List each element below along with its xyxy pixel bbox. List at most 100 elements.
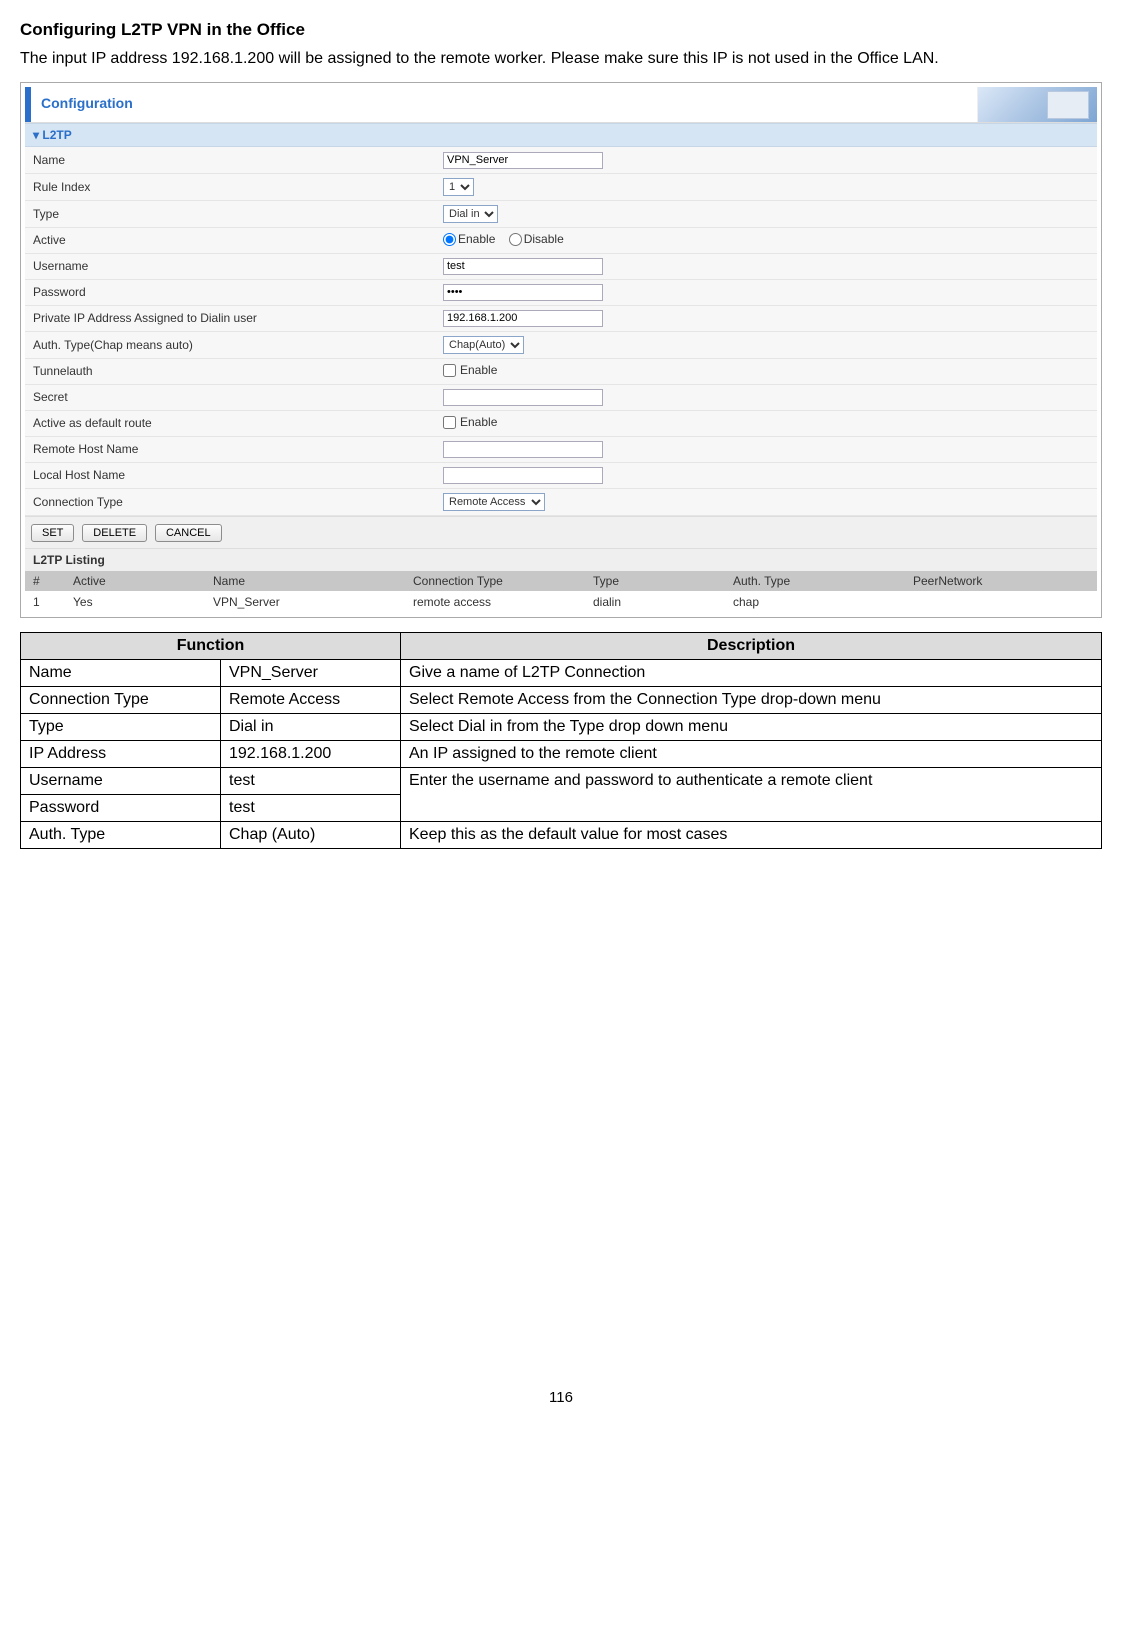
- private-ip-input[interactable]: [443, 310, 603, 327]
- desc-ip-d: An IP assigned to the remote client: [401, 740, 1102, 767]
- section-label: L2TP: [42, 128, 71, 142]
- cancel-button[interactable]: CANCEL: [155, 524, 222, 542]
- th-type: Type: [585, 571, 725, 591]
- desc-userpass-d: Enter the username and password to authe…: [401, 767, 1102, 821]
- row-default-route: Active as default route Enable: [25, 410, 1097, 436]
- button-row: SET DELETE CANCEL: [25, 516, 1097, 549]
- delete-button[interactable]: DELETE: [82, 524, 147, 542]
- th-description: Description: [401, 632, 1102, 659]
- listing-row-1[interactable]: 1 Yes VPN_Server remote access dialin ch…: [25, 591, 1097, 613]
- active-label: Active: [25, 227, 435, 253]
- cell-conn-type: remote access: [405, 591, 585, 613]
- desc-pass-f: Password: [21, 794, 221, 821]
- row-remote-host: Remote Host Name: [25, 436, 1097, 462]
- th-conn-type: Connection Type: [405, 571, 585, 591]
- secret-label: Secret: [25, 384, 435, 410]
- desc-pass-v: test: [221, 794, 401, 821]
- name-label: Name: [25, 147, 435, 173]
- tunnelauth-label: Tunnelauth: [25, 358, 435, 384]
- cell-num: 1: [25, 591, 65, 613]
- default-route-checkbox[interactable]: [443, 416, 456, 429]
- desc-row-type: Type Dial in Select Dial in from the Typ…: [21, 713, 1102, 740]
- remote-host-label: Remote Host Name: [25, 436, 435, 462]
- desc-row-user: Username test Enter the username and pas…: [21, 767, 1102, 794]
- cell-peer: [905, 591, 1097, 613]
- desc-header-row: Function Description: [21, 632, 1102, 659]
- row-secret: Secret: [25, 384, 1097, 410]
- password-input[interactable]: [443, 284, 603, 301]
- config-title: Configuration: [31, 87, 977, 122]
- tunnelauth-checkbox[interactable]: [443, 364, 456, 377]
- row-username: Username: [25, 253, 1097, 279]
- page-number: 116: [20, 1389, 1102, 1406]
- password-label: Password: [25, 279, 435, 305]
- th-num: #: [25, 571, 65, 591]
- page-title: Configuring L2TP VPN in the Office: [20, 20, 1102, 40]
- private-ip-label: Private IP Address Assigned to Dialin us…: [25, 305, 435, 331]
- row-tunnelauth: Tunnelauth Enable: [25, 358, 1097, 384]
- set-button[interactable]: SET: [31, 524, 74, 542]
- desc-user-f: Username: [21, 767, 221, 794]
- tunnelauth-enable-text: Enable: [460, 363, 497, 377]
- header-decor-image: [977, 87, 1097, 122]
- row-private-ip: Private IP Address Assigned to Dialin us…: [25, 305, 1097, 331]
- active-enable-radio[interactable]: [443, 233, 456, 246]
- name-input[interactable]: [443, 152, 603, 169]
- cell-type: dialin: [585, 591, 725, 613]
- th-active: Active: [65, 571, 205, 591]
- th-name: Name: [205, 571, 405, 591]
- row-name: Name: [25, 147, 1097, 173]
- local-host-label: Local Host Name: [25, 462, 435, 488]
- auth-type-label: Auth. Type(Chap means auto): [25, 331, 435, 358]
- desc-conn-d: Select Remote Access from the Connection…: [401, 686, 1102, 713]
- row-password: Password: [25, 279, 1097, 305]
- page-intro: The input IP address 192.168.1.200 will …: [20, 48, 1102, 70]
- desc-type-v: Dial in: [221, 713, 401, 740]
- listing-title: L2TP Listing: [25, 549, 1097, 571]
- desc-name-f: Name: [21, 659, 221, 686]
- username-label: Username: [25, 253, 435, 279]
- desc-conn-v: Remote Access: [221, 686, 401, 713]
- type-select[interactable]: Dial in: [443, 205, 498, 223]
- default-route-enable-text: Enable: [460, 415, 497, 429]
- th-peer: PeerNetwork: [905, 571, 1097, 591]
- connection-type-label: Connection Type: [25, 488, 435, 515]
- rule-index-select[interactable]: 1: [443, 178, 474, 196]
- username-input[interactable]: [443, 258, 603, 275]
- default-route-label: Active as default route: [25, 410, 435, 436]
- listing-table: # Active Name Connection Type Type Auth.…: [25, 571, 1097, 613]
- cell-name: VPN_Server: [205, 591, 405, 613]
- cell-active: Yes: [65, 591, 205, 613]
- desc-row-ip: IP Address 192.168.1.200 An IP assigned …: [21, 740, 1102, 767]
- desc-auth-d: Keep this as the default value for most …: [401, 821, 1102, 848]
- connection-type-select[interactable]: Remote Access: [443, 493, 545, 511]
- th-function: Function: [21, 632, 401, 659]
- row-active: Active Enable Disable: [25, 227, 1097, 253]
- rule-index-label: Rule Index: [25, 173, 435, 200]
- collapse-triangle-icon[interactable]: ▾: [33, 128, 39, 142]
- config-header: Configuration: [25, 87, 1097, 123]
- disable-text: Disable: [524, 232, 564, 246]
- desc-name-v: VPN_Server: [221, 659, 401, 686]
- desc-auth-f: Auth. Type: [21, 821, 221, 848]
- row-auth-type: Auth. Type(Chap means auto) Chap(Auto): [25, 331, 1097, 358]
- active-disable-radio[interactable]: [509, 233, 522, 246]
- desc-conn-f: Connection Type: [21, 686, 221, 713]
- l2tp-section-header: ▾ L2TP: [25, 123, 1097, 147]
- desc-ip-f: IP Address: [21, 740, 221, 767]
- cell-auth-type: chap: [725, 591, 905, 613]
- secret-input[interactable]: [443, 389, 603, 406]
- auth-type-select[interactable]: Chap(Auto): [443, 336, 524, 354]
- row-type: Type Dial in: [25, 200, 1097, 227]
- remote-host-input[interactable]: [443, 441, 603, 458]
- desc-row-conn: Connection Type Remote Access Select Rem…: [21, 686, 1102, 713]
- local-host-input[interactable]: [443, 467, 603, 484]
- description-table: Function Description Name VPN_Server Giv…: [20, 632, 1102, 849]
- th-auth-type: Auth. Type: [725, 571, 905, 591]
- desc-type-f: Type: [21, 713, 221, 740]
- desc-name-d: Give a name of L2TP Connection: [401, 659, 1102, 686]
- desc-row-auth: Auth. Type Chap (Auto) Keep this as the …: [21, 821, 1102, 848]
- type-label: Type: [25, 200, 435, 227]
- listing-header-row: # Active Name Connection Type Type Auth.…: [25, 571, 1097, 591]
- row-rule-index: Rule Index 1: [25, 173, 1097, 200]
